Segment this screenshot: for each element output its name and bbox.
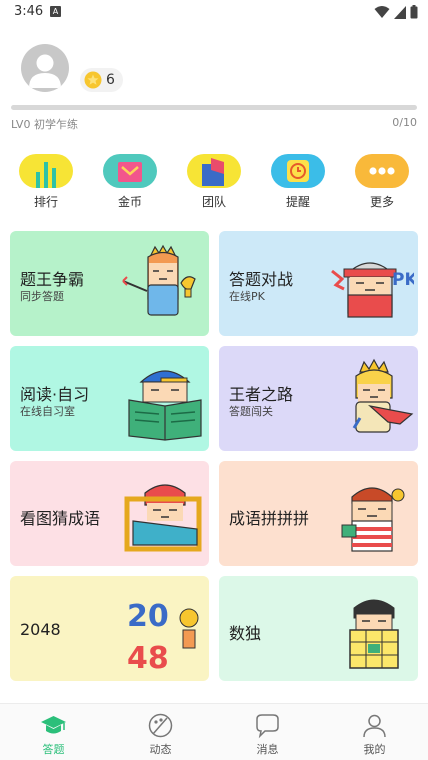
- battery-icon: [410, 5, 418, 19]
- card-title: 阅读·自习: [20, 385, 90, 404]
- quick-action-label: 金币: [117, 195, 142, 209]
- striped-shirt-character-icon: [341, 487, 405, 552]
- coin-balance[interactable]: 6: [80, 68, 123, 92]
- reading-boy-book-icon: [128, 370, 202, 441]
- card-2048[interactable]: 2048 20 48: [10, 576, 209, 681]
- card-idiom-puzzle[interactable]: 成语拼拼拼: [219, 461, 418, 566]
- sudoku-board-character-icon: [349, 599, 399, 669]
- quick-action-label: 排行: [33, 195, 58, 209]
- card-title: 答题对战: [229, 270, 294, 289]
- nav-label: 消息: [256, 743, 279, 756]
- card-quiz-pk[interactable]: 答题对战 在线PK PK: [219, 231, 418, 336]
- chat-bubble-icon: [256, 714, 279, 739]
- numbers-2048-character-icon: 20 48: [127, 599, 199, 672]
- wifi-icon: [374, 6, 390, 18]
- bottom-nav: 答题 动态 消息 我的: [0, 703, 428, 760]
- default-avatar-icon: [29, 54, 61, 88]
- nav-label: 动态: [149, 743, 172, 756]
- art-2048-bottom: 48: [127, 641, 169, 672]
- card-subtitle: 在线PK: [229, 290, 265, 303]
- level-progress-bar: [11, 105, 417, 110]
- quick-action-label: 更多: [369, 195, 394, 209]
- wallet-icon: [103, 154, 157, 188]
- card-quiz-battle-royale[interactable]: 题王争霸 同步答题: [10, 231, 209, 336]
- nav-tab-quiz[interactable]: 答题: [0, 704, 107, 760]
- card-title: 题王争霸: [20, 270, 85, 289]
- picture-frame-character-icon: [124, 484, 202, 552]
- card-title: 王者之路: [229, 385, 294, 404]
- card-title: 成语拼拼拼: [229, 509, 310, 528]
- coin-count: 6: [106, 72, 115, 88]
- team-flag-icon: [187, 154, 241, 188]
- card-subtitle: 答题闯关: [229, 405, 273, 418]
- quick-action-more[interactable]: 更多: [352, 152, 412, 212]
- card-reading-study[interactable]: 阅读·自习 在线自习室: [10, 346, 209, 451]
- quick-action-team[interactable]: 团队: [184, 152, 244, 212]
- status-bar: 3:46 A: [0, 0, 428, 24]
- card-subtitle: 同步答题: [20, 290, 64, 303]
- art-2048-top: 20: [127, 599, 169, 634]
- ranking-icon: [19, 154, 73, 188]
- nav-label: 我的: [363, 743, 386, 756]
- quick-action-reminder[interactable]: 提醒: [268, 152, 328, 212]
- nav-tab-profile[interactable]: 我的: [321, 704, 428, 760]
- quick-actions: 排行 金币 团队 提醒 更多: [0, 152, 428, 212]
- graduation-cap-icon: [41, 716, 66, 734]
- level-label: LV0 初学乍练: [11, 118, 78, 131]
- coin-icon: [84, 71, 102, 89]
- card-title: 2048: [20, 620, 61, 639]
- crowned-character-trophy-icon: [122, 244, 196, 316]
- card-guess-idiom-by-picture[interactable]: 看图猜成语: [10, 461, 209, 566]
- card-title: 数独: [229, 624, 262, 643]
- quick-action-label: 提醒: [285, 195, 310, 209]
- nav-tab-feed[interactable]: 动态: [107, 704, 214, 760]
- card-sudoku[interactable]: 数独: [219, 576, 418, 681]
- quick-action-label: 团队: [201, 195, 226, 209]
- user-icon: [363, 714, 386, 738]
- nav-label: 答题: [42, 743, 65, 756]
- caped-king-icon: [352, 358, 414, 433]
- card-title: 看图猜成语: [20, 509, 101, 528]
- card-road-to-king[interactable]: 王者之路 答题闯关: [219, 346, 418, 451]
- notification-icon: A: [50, 6, 61, 17]
- palette-icon: [148, 713, 173, 738]
- alarm-clock-icon: [271, 154, 325, 188]
- card-subtitle: 在线自习室: [20, 405, 75, 418]
- pk-text: PK: [392, 270, 414, 290]
- status-indicators: [374, 4, 418, 20]
- more-icon: [355, 154, 409, 188]
- headband-fighter-pk-icon: PK: [331, 262, 414, 318]
- signal-icon: [394, 5, 406, 19]
- avatar[interactable]: [21, 44, 69, 92]
- quick-action-coins[interactable]: 金币: [100, 152, 160, 212]
- quick-action-ranking[interactable]: 排行: [16, 152, 76, 212]
- nav-tab-messages[interactable]: 消息: [214, 704, 321, 760]
- level-progress-text: 0/10: [392, 116, 417, 129]
- status-time: 3:46: [14, 4, 44, 19]
